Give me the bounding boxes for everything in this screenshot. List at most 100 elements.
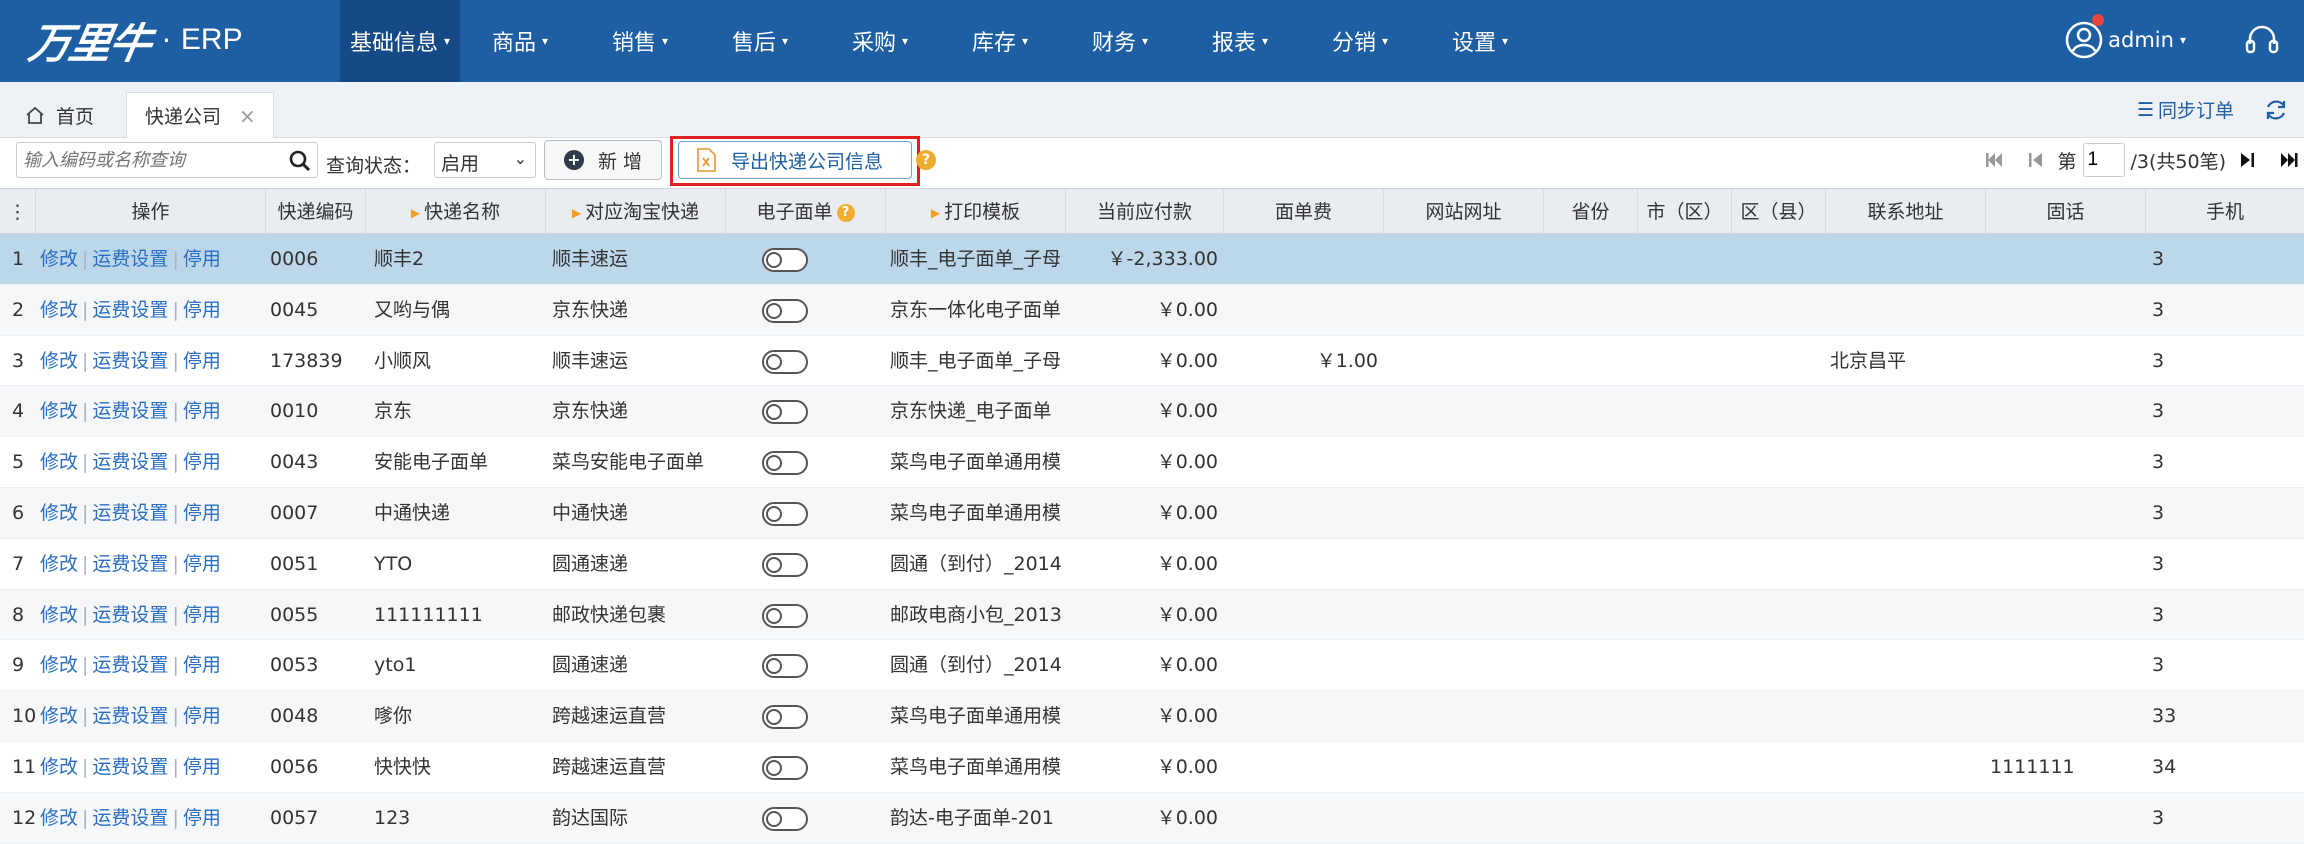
sync-orders-button[interactable]: ☰ 同步订单 xyxy=(2137,96,2234,123)
col-taobao[interactable]: ▶ 对应淘宝快递 xyxy=(546,189,726,235)
disable-link[interactable]: 停用 xyxy=(183,756,221,778)
nav-inventory[interactable]: 库存 ▾ xyxy=(940,0,1060,82)
col-payable[interactable]: 当前应付款 xyxy=(1066,189,1224,235)
col-name[interactable]: ▶ 快递名称 xyxy=(366,189,546,235)
disable-link[interactable]: 停用 xyxy=(183,705,221,727)
column-menu-icon[interactable]: ⋮ xyxy=(0,189,36,235)
col-template[interactable]: ▶ 打印模板 xyxy=(886,189,1066,235)
col-mobile[interactable]: 手机 xyxy=(2146,189,2304,235)
table-row[interactable]: 2 修改 | 运费设置 | 停用 0045 又哟与偶 京东快递 京东一体化电子面单 ￥0.00 3 xyxy=(0,284,2304,336)
brand-logo[interactable]: 万里牛 · ERP xyxy=(25,10,242,70)
status-filter-select[interactable]: 启用 ⌄ xyxy=(434,142,536,178)
refresh-icon[interactable] xyxy=(2262,96,2290,124)
col-district[interactable]: 区（县） xyxy=(1732,189,1826,235)
table-row[interactable]: 3 修改 | 运费设置 | 停用 173839 小顺风 顺丰速运 顺丰_电子面单_子母 ￥0.00 ￥… xyxy=(0,336,2304,387)
eface-toggle[interactable] xyxy=(762,552,808,577)
edit-link[interactable]: 修改 xyxy=(40,654,78,676)
eface-toggle[interactable] xyxy=(762,349,808,374)
freight-settings-link[interactable]: 运费设置 xyxy=(92,604,168,626)
table-row[interactable]: 4 修改 | 运费设置 | 停用 0010 京东 京东快递 京东快递_电子面单 ￥0.00 3 xyxy=(0,386,2304,438)
edit-link[interactable]: 修改 xyxy=(40,553,78,575)
disable-link[interactable]: 停用 xyxy=(183,400,221,422)
edit-link[interactable]: 修改 xyxy=(40,705,78,727)
disable-link[interactable]: 停用 xyxy=(183,654,221,676)
col-code[interactable]: 快递编码 xyxy=(266,189,366,235)
eface-toggle[interactable] xyxy=(762,806,808,831)
table-row[interactable]: 1 修改 | 运费设置 | 停用 0006 顺丰2 顺丰速运 顺丰_电子面单_子母 ￥-2,333.… xyxy=(0,234,2304,285)
col-address[interactable]: 联系地址 xyxy=(1826,189,1986,235)
edit-link[interactable]: 修改 xyxy=(40,451,78,473)
disable-link[interactable]: 停用 xyxy=(183,604,221,626)
table-row[interactable]: 7 修改 | 运费设置 | 停用 0051 YTO 圆通速递 圆通（到付）_2014 ￥0.00 3 xyxy=(0,539,2304,590)
help-icon[interactable]: ? xyxy=(916,150,936,170)
col-fee[interactable]: 面单费 xyxy=(1224,189,1384,235)
table-row[interactable]: 8 修改 | 运费设置 | 停用 0055 111111111 邮政快递包裹 邮政电商小包_201… xyxy=(0,589,2304,641)
disable-link[interactable]: 停用 xyxy=(183,553,221,575)
edit-link[interactable]: 修改 xyxy=(40,502,78,524)
freight-settings-link[interactable]: 运费设置 xyxy=(92,553,168,575)
next-page-icon[interactable] xyxy=(2236,149,2258,171)
edit-link[interactable]: 修改 xyxy=(40,350,78,372)
col-tel[interactable]: 固话 xyxy=(1986,189,2146,235)
page-number-input[interactable] xyxy=(2082,143,2125,177)
freight-settings-link[interactable]: 运费设置 xyxy=(92,400,168,422)
nav-basic-info[interactable]: 基础信息 ▾ xyxy=(340,0,460,82)
tab-express-company[interactable]: 快递公司 × xyxy=(126,92,274,138)
eface-toggle[interactable] xyxy=(762,603,808,628)
disable-link[interactable]: 停用 xyxy=(183,248,221,270)
edit-link[interactable]: 修改 xyxy=(40,756,78,778)
freight-settings-link[interactable]: 运费设置 xyxy=(92,705,168,727)
edit-link[interactable]: 修改 xyxy=(40,604,78,626)
table-row[interactable]: 10 修改 | 运费设置 | 停用 0048 嗲你 跨越速运直营 菜鸟电子面单通用模 ￥0.00 33 xyxy=(0,691,2304,742)
eface-toggle[interactable] xyxy=(762,400,808,425)
eface-toggle[interactable] xyxy=(762,298,808,323)
freight-settings-link[interactable]: 运费设置 xyxy=(92,502,168,524)
freight-settings-link[interactable]: 运费设置 xyxy=(92,807,168,829)
nav-goods[interactable]: 商品 ▾ xyxy=(460,0,580,82)
nav-after-sales[interactable]: 售后 ▾ xyxy=(700,0,820,82)
first-page-icon[interactable] xyxy=(1983,149,2005,171)
freight-settings-link[interactable]: 运费设置 xyxy=(92,451,168,473)
eface-toggle[interactable] xyxy=(762,755,808,780)
table-row[interactable]: 9 修改 | 运费设置 | 停用 0053 yto1 圆通速递 圆通（到付）_2014 ￥0.00 3 xyxy=(0,640,2304,692)
nav-reports[interactable]: 报表 ▾ xyxy=(1180,0,1300,82)
last-page-icon[interactable] xyxy=(2278,149,2300,171)
table-row[interactable]: 12 修改 | 运费设置 | 停用 0057 123 韵达国际 韵达-电子面单-201 ￥0.00 3 xyxy=(0,792,2304,844)
freight-settings-link[interactable]: 运费设置 xyxy=(92,756,168,778)
nav-sales[interactable]: 销售 ▾ xyxy=(580,0,700,82)
eface-toggle[interactable] xyxy=(762,705,808,730)
close-icon[interactable]: × xyxy=(239,104,256,128)
col-eface[interactable]: 电子面单? xyxy=(726,189,886,235)
freight-settings-link[interactable]: 运费设置 xyxy=(92,248,168,270)
table-row[interactable]: 11 修改 | 运费设置 | 停用 0056 快快快 跨越速运直营 菜鸟电子面单通用模 ￥0.00 1… xyxy=(0,742,2304,793)
prev-page-icon[interactable] xyxy=(2025,149,2047,171)
eface-toggle[interactable] xyxy=(762,451,808,476)
disable-link[interactable]: 停用 xyxy=(183,502,221,524)
headset-icon[interactable] xyxy=(2242,20,2282,60)
edit-link[interactable]: 修改 xyxy=(40,807,78,829)
edit-link[interactable]: 修改 xyxy=(40,299,78,321)
col-province[interactable]: 省份 xyxy=(1544,189,1638,235)
nav-purchase[interactable]: 采购 ▾ xyxy=(820,0,940,82)
search-icon[interactable] xyxy=(287,148,313,174)
freight-settings-link[interactable]: 运费设置 xyxy=(92,299,168,321)
freight-settings-link[interactable]: 运费设置 xyxy=(92,350,168,372)
nav-distribution[interactable]: 分销 ▾ xyxy=(1300,0,1420,82)
table-row[interactable]: 5 修改 | 运费设置 | 停用 0043 安能电子面单 菜鸟安能电子面单 菜鸟电子面单通用模 ￥0… xyxy=(0,437,2304,488)
edit-link[interactable]: 修改 xyxy=(40,248,78,270)
freight-settings-link[interactable]: 运费设置 xyxy=(92,654,168,676)
eface-toggle[interactable] xyxy=(762,501,808,526)
disable-link[interactable]: 停用 xyxy=(183,451,221,473)
search-input[interactable] xyxy=(17,143,277,177)
eface-toggle[interactable] xyxy=(762,654,808,679)
disable-link[interactable]: 停用 xyxy=(183,807,221,829)
disable-link[interactable]: 停用 xyxy=(183,299,221,321)
eface-toggle[interactable] xyxy=(762,248,808,272)
export-button[interactable]: 导出快递公司信息 xyxy=(678,141,912,179)
nav-finance[interactable]: 财务 ▾ xyxy=(1060,0,1180,82)
table-row[interactable]: 6 修改 | 运费设置 | 停用 0007 中通快递 中通快递 菜鸟电子面单通用模 ￥0.00 3 xyxy=(0,487,2304,539)
tab-home[interactable]: 首页 xyxy=(12,92,124,138)
help-icon[interactable]: ? xyxy=(836,203,855,222)
add-button[interactable]: + 新 增 xyxy=(544,140,662,180)
nav-settings[interactable]: 设置 ▾ xyxy=(1420,0,1540,82)
